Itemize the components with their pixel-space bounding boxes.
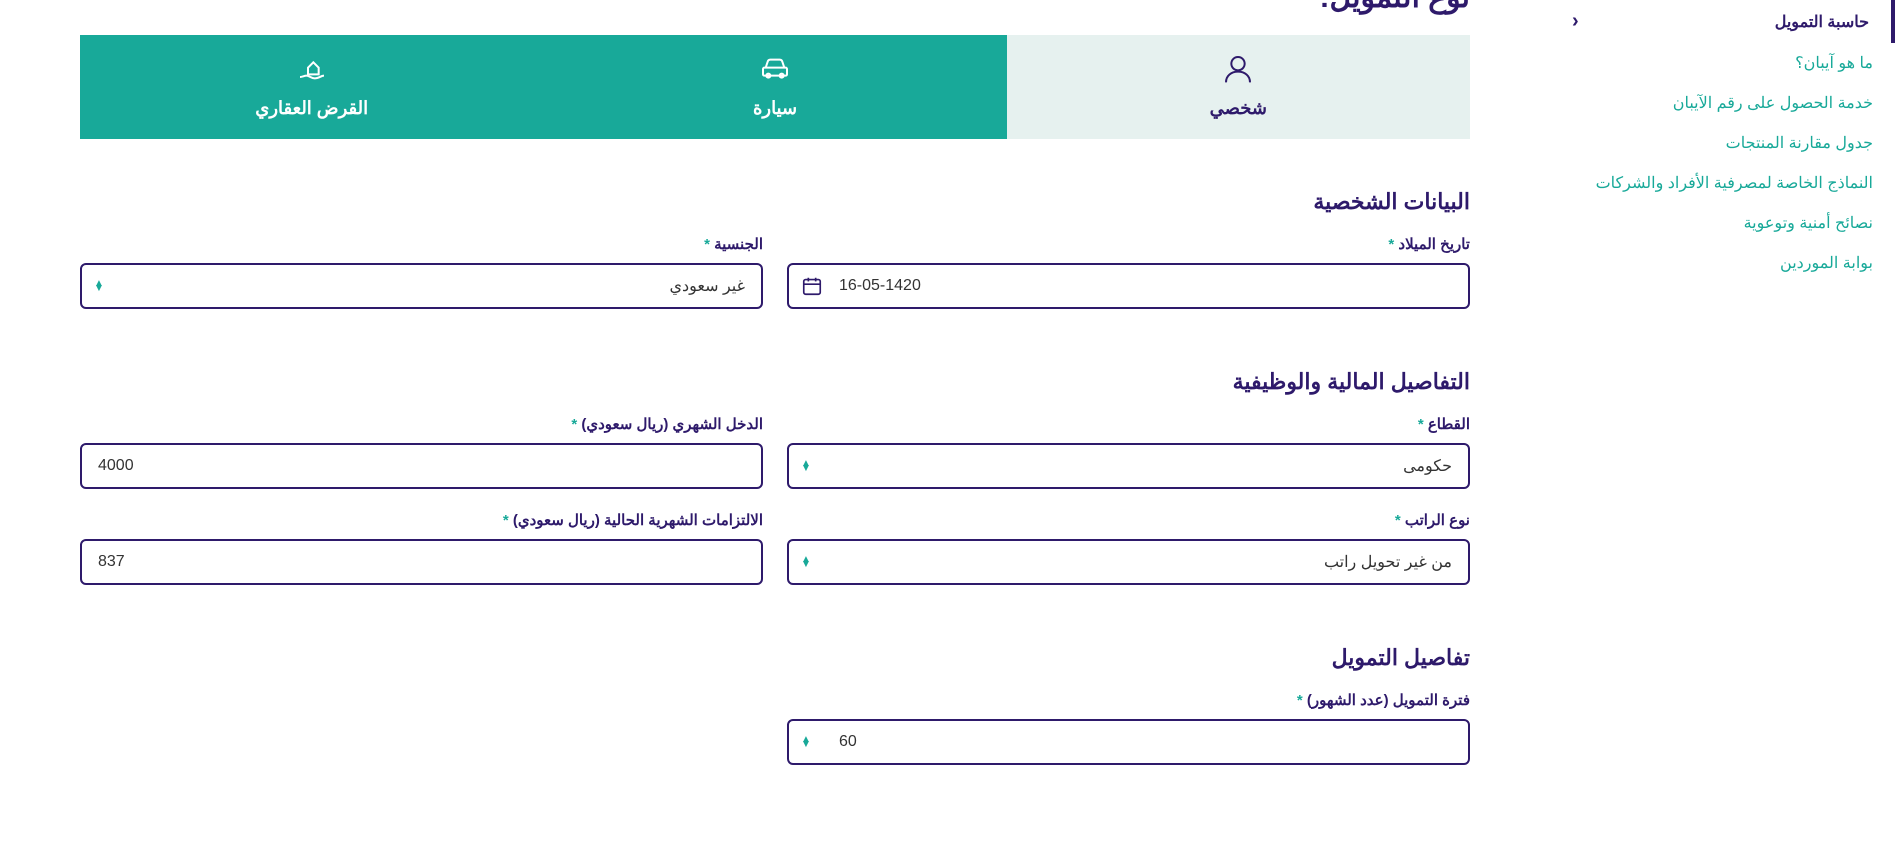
sidebar-item-security-tips[interactable]: نصائح أمنية وتوعوية: [1550, 203, 1895, 243]
tab-car[interactable]: سيارة: [543, 35, 1006, 139]
financing-type-tabs: شخصي سيارة: [80, 35, 1470, 139]
dob-label: تاريخ الميلاد *: [787, 235, 1470, 253]
chevron-left-icon: ‹: [1572, 10, 1579, 33]
period-input[interactable]: [787, 719, 1470, 765]
sidebar-item-label: نصائح أمنية وتوعوية: [1744, 213, 1873, 233]
tab-label: سيارة: [753, 98, 797, 119]
monthly-income-label: الدخل الشهري (ريال سعودي) *: [80, 415, 763, 433]
nationality-label: الجنسية *: [80, 235, 763, 253]
sidebar-item-label: ما هو آيبان؟: [1795, 53, 1873, 73]
obligations-label: الالتزامات الشهرية الحالية (ريال سعودي) …: [80, 511, 763, 529]
sidebar-item-label: جدول مقارنة المنتجات: [1726, 133, 1873, 153]
sector-label: القطاع *: [787, 415, 1470, 433]
sidebar-item-label: حاسبة التمويل: [1775, 12, 1869, 32]
sidebar-item-label: النماذج الخاصة لمصرفية الأفراد والشركات: [1596, 173, 1873, 193]
sector-select[interactable]: [787, 443, 1470, 489]
tab-personal[interactable]: شخصي: [1007, 35, 1470, 139]
tab-label: القرض العقاري: [255, 98, 368, 119]
dob-input[interactable]: [787, 263, 1470, 309]
section-title-personal: البيانات الشخصية: [80, 189, 1470, 215]
nationality-select[interactable]: [80, 263, 763, 309]
main-content: نوع التمويل: شخصي: [0, 0, 1550, 863]
sidebar-item-calculator[interactable]: حاسبة التمويل ‹: [1550, 0, 1895, 43]
sidebar-item-suppliers[interactable]: بوابة الموردين: [1550, 243, 1895, 283]
monthly-income-input[interactable]: [80, 443, 763, 489]
salary-type-label: نوع الراتب *: [787, 511, 1470, 529]
person-icon: [1220, 53, 1256, 90]
section-title-financial: التفاصيل المالية والوظيفية: [80, 369, 1470, 395]
car-icon: [757, 53, 793, 90]
tab-mortgage[interactable]: القرض العقاري: [80, 35, 543, 139]
salary-type-select[interactable]: [787, 539, 1470, 585]
sidebar-item-forms[interactable]: النماذج الخاصة لمصرفية الأفراد والشركات: [1550, 163, 1895, 203]
sidebar: حاسبة التمويل ‹ ما هو آيبان؟ خدمة الحصول…: [1550, 0, 1895, 863]
sidebar-item-iban-what[interactable]: ما هو آيبان؟: [1550, 43, 1895, 83]
period-label: فترة التمويل (عدد الشهور) *: [787, 691, 1470, 709]
section-title-details: تفاصيل التمويل: [80, 645, 1470, 671]
obligations-input[interactable]: [80, 539, 763, 585]
sidebar-item-label: خدمة الحصول على رقم الآيبان: [1673, 93, 1873, 113]
sidebar-item-iban-service[interactable]: خدمة الحصول على رقم الآيبان: [1550, 83, 1895, 123]
sidebar-item-label: بوابة الموردين: [1780, 253, 1873, 273]
sidebar-item-compare[interactable]: جدول مقارنة المنتجات: [1550, 123, 1895, 163]
page-title: نوع التمويل:: [80, 0, 1470, 15]
house-hand-icon: [294, 53, 330, 90]
tab-label: شخصي: [1210, 98, 1267, 119]
